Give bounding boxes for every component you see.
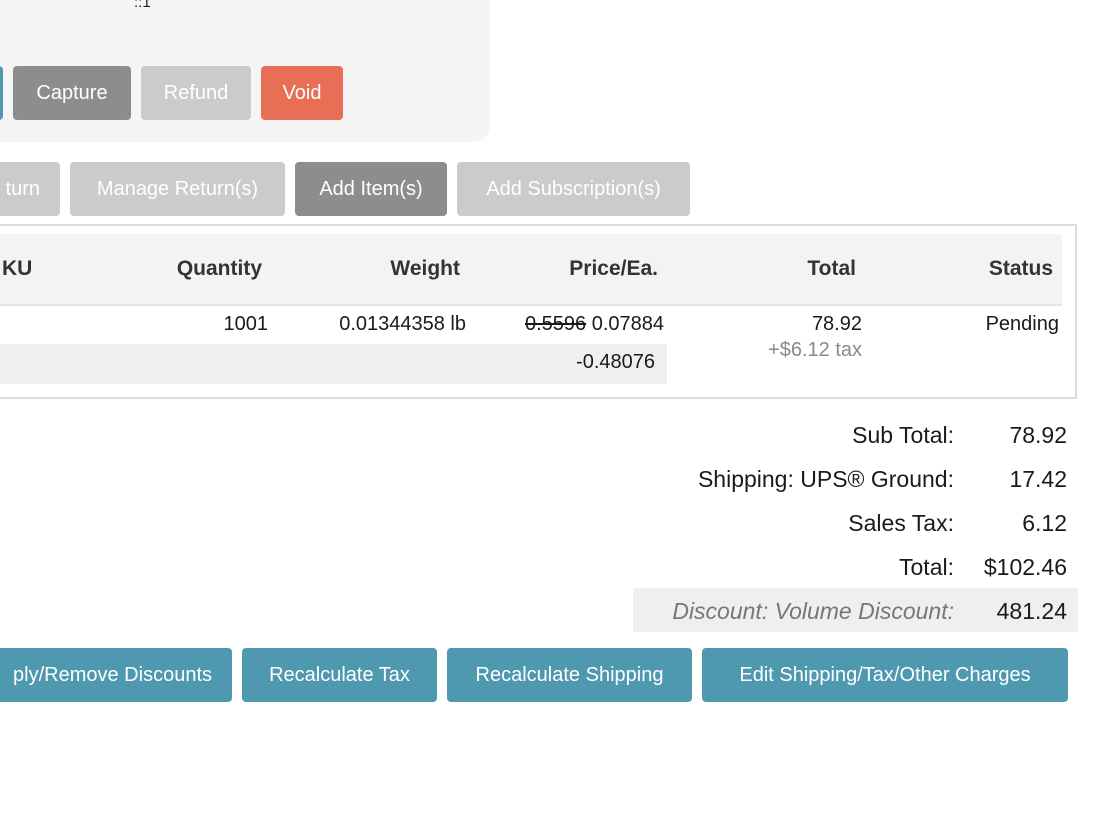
tax-value: 6.12 xyxy=(1022,510,1067,536)
discount-label: Discount: Volume Discount: xyxy=(672,598,954,624)
create-return-button[interactable]: turn xyxy=(0,162,60,216)
void-button[interactable]: Void xyxy=(261,66,343,120)
edit-charges-button[interactable]: Edit Shipping/Tax/Other Charges xyxy=(702,648,1068,702)
table-header: KU Quantity Weight Price/Ea. Total Statu… xyxy=(0,234,1062,306)
row-weight: 0.01344358 lb xyxy=(339,313,466,335)
refund-button[interactable]: Refund xyxy=(141,66,251,120)
capture-button[interactable]: Capture xyxy=(13,66,131,120)
row-status: Pending xyxy=(985,313,1059,335)
row-discount: -0.48076 xyxy=(576,351,655,373)
row-tax-note: +$6.12 tax xyxy=(768,339,862,361)
row-total: 78.92 xyxy=(811,313,862,335)
total-label: Total: xyxy=(899,554,954,580)
row-price: 0.5596 0.07884 xyxy=(525,313,664,336)
add-items-button[interactable]: Add Item(s) xyxy=(295,162,447,216)
total-value: $102.46 xyxy=(983,554,1067,580)
header-total: Total xyxy=(807,257,856,280)
subtotal-value: 78.92 xyxy=(1009,422,1067,448)
apply-remove-discounts-button[interactable]: ply/Remove Discounts xyxy=(0,648,232,702)
partial-blue-button[interactable] xyxy=(0,66,3,120)
shipping-value: 17.42 xyxy=(1009,466,1067,492)
header-sku: KU xyxy=(2,257,33,280)
header-price: Price/Ea. xyxy=(569,257,658,280)
subtotal-label: Sub Total: xyxy=(852,422,954,448)
header-status: Status xyxy=(988,257,1053,280)
add-subscriptions-button[interactable]: Add Subscription(s) xyxy=(457,162,690,216)
shipping-label: Shipping: UPS® Ground: xyxy=(697,466,954,492)
discount-row: -0.48076 xyxy=(0,344,667,384)
order-items-table: KU Quantity Weight Price/Ea. Total Statu… xyxy=(0,224,1077,399)
panel-fragment-text: ::1 xyxy=(134,0,151,11)
discounted-price: 0.07884 xyxy=(591,313,664,335)
recalculate-tax-button[interactable]: Recalculate Tax xyxy=(242,648,437,702)
row-quantity: 1001 xyxy=(223,313,269,335)
discount-value: 481.24 xyxy=(996,598,1067,624)
tax-label: Sales Tax: xyxy=(848,510,954,536)
manage-returns-button[interactable]: Manage Return(s) xyxy=(70,162,285,216)
header-quantity: Quantity xyxy=(176,257,262,280)
original-price: 0.5596 xyxy=(524,313,587,335)
header-weight: Weight xyxy=(390,257,460,280)
recalculate-shipping-button[interactable]: Recalculate Shipping xyxy=(447,648,692,702)
